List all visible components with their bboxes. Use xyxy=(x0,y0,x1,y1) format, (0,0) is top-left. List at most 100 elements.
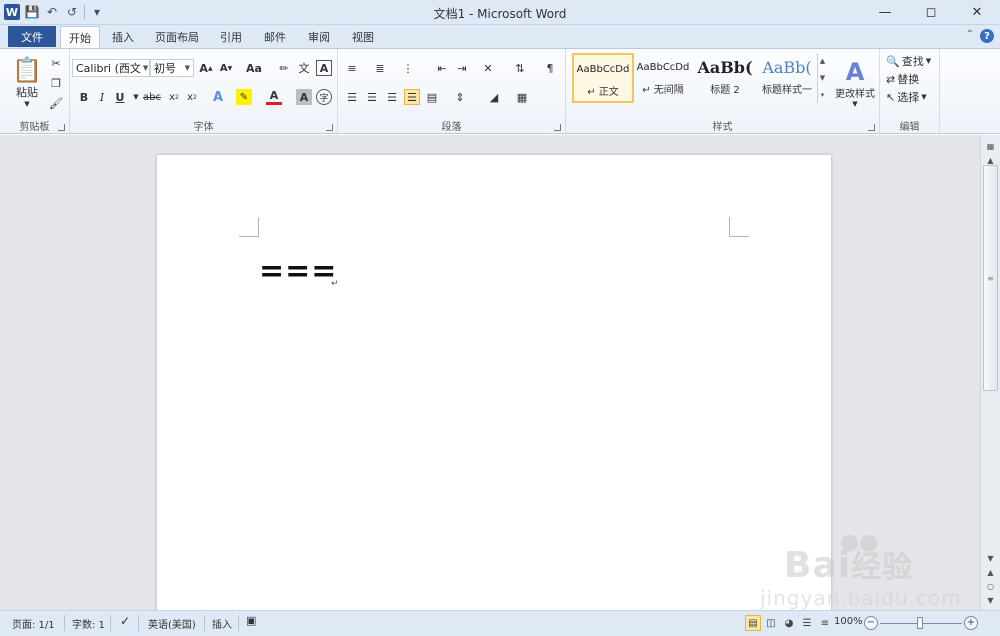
styles-gallery-scroll[interactable]: ▲ ▼ ▾ xyxy=(817,53,827,103)
grow-font-icon[interactable]: A ▲ xyxy=(198,60,214,76)
font-launcher-icon[interactable] xyxy=(326,124,333,131)
increase-indent-icon[interactable]: ⇥ xyxy=(454,60,470,76)
replace-icon: ⇄ xyxy=(886,72,896,86)
text-effects-icon[interactable]: A xyxy=(210,89,226,105)
draft-view-icon[interactable]: ≡ xyxy=(817,615,833,631)
style-no-spacing[interactable]: AaBbCcDd ↵ 无间隔 xyxy=(632,53,694,103)
ruler-toggle-icon[interactable]: ▦ xyxy=(983,139,998,153)
decrease-indent-icon[interactable]: ⇤ xyxy=(434,60,450,76)
vertical-scrollbar[interactable]: ▦ ▲ ≡ ▼ ▲ ○ ▼ xyxy=(980,135,1000,610)
numbering-icon[interactable]: ≣ xyxy=(372,60,388,76)
minimize-button[interactable]: — xyxy=(862,0,908,24)
tab-mailings[interactable]: 邮件 xyxy=(256,26,294,48)
align-center-icon[interactable]: ☰ xyxy=(364,89,380,105)
enclose-characters-icon[interactable]: 字 xyxy=(316,89,332,105)
status-page[interactable]: 页面: 1/1 xyxy=(12,616,55,631)
window-controls: — ◻ ✕ xyxy=(862,0,1000,24)
proofing-icon[interactable]: ✓ xyxy=(120,614,130,628)
styles-launcher-icon[interactable] xyxy=(868,124,875,131)
select-button[interactable]: ↖ 选择 ▼ xyxy=(886,89,927,105)
margin-corner-top-left xyxy=(239,217,259,237)
status-insert-mode[interactable]: 插入 xyxy=(212,616,232,631)
shading-icon[interactable]: ◢ xyxy=(486,89,502,105)
shrink-font-icon[interactable]: A ▼ xyxy=(218,60,234,76)
zoom-in-icon[interactable]: + xyxy=(964,616,978,630)
style-custom-1[interactable]: AaBb( 标题样式一 xyxy=(756,53,818,103)
copy-icon[interactable]: ❐ xyxy=(48,75,64,91)
print-layout-icon[interactable]: ▤ xyxy=(745,615,761,631)
style-heading-2[interactable]: AaBb( 标题 2 xyxy=(694,53,756,103)
paragraph-launcher-icon[interactable] xyxy=(554,124,561,131)
italic-icon[interactable]: I xyxy=(94,89,110,105)
zoom-slider-thumb[interactable] xyxy=(917,617,923,629)
clear-formatting-icon[interactable]: ✏ xyxy=(276,60,292,76)
subscript-icon[interactable]: x2 xyxy=(166,89,182,105)
scroll-thumb[interactable]: ≡ xyxy=(983,165,998,391)
status-word-count[interactable]: 字数: 1 xyxy=(72,616,105,631)
chinese-layout-icon[interactable]: ✕ xyxy=(480,60,496,76)
browse-object-icon[interactable]: ○ xyxy=(983,579,998,593)
style-normal[interactable]: AaBbCcDd ↵ 正文 xyxy=(572,53,634,103)
distributed-icon[interactable]: ▤ xyxy=(424,89,440,105)
tab-references[interactable]: 引用 xyxy=(212,26,250,48)
align-left-icon[interactable]: ☰ xyxy=(344,89,360,105)
macro-record-icon[interactable]: ▣ xyxy=(246,614,256,627)
maximize-button[interactable]: ◻ xyxy=(908,0,954,24)
borders-icon[interactable]: ▦ xyxy=(514,89,530,105)
justify-icon[interactable]: ☰ xyxy=(404,89,420,105)
show-formatting-icon[interactable]: ¶ xyxy=(542,60,558,76)
tab-home[interactable]: 开始 xyxy=(60,26,100,48)
find-button[interactable]: 🔍 查找 ▼ xyxy=(886,53,931,69)
chevron-down-icon[interactable]: ▼ xyxy=(820,74,825,82)
scroll-down-icon[interactable]: ▼ xyxy=(983,551,998,565)
full-screen-reading-icon[interactable]: ◫ xyxy=(763,615,779,631)
font-size-combo[interactable]: 初号 ▼ xyxy=(150,59,194,77)
paste-icon: 📋 xyxy=(12,56,42,84)
change-case-label: Aa xyxy=(246,61,262,75)
format-painter-icon[interactable]: 🖌 xyxy=(48,95,64,111)
cut-icon[interactable]: ✂ xyxy=(48,55,64,71)
document-text[interactable]: === xyxy=(259,257,337,287)
tab-insert[interactable]: 插入 xyxy=(104,26,142,48)
highlight-icon[interactable]: ✎ xyxy=(236,89,252,105)
strikethrough-icon[interactable]: abc xyxy=(142,89,162,105)
multilevel-list-icon[interactable]: ⋮ xyxy=(400,60,416,76)
underline-icon[interactable]: U xyxy=(112,89,128,105)
group-styles: AaBbCcDd ↵ 正文 AaBbCcDd ↵ 无间隔 AaBb( 标题 2 … xyxy=(566,49,880,135)
zoom-out-icon[interactable]: − xyxy=(864,616,878,630)
tab-view[interactable]: 视图 xyxy=(344,26,382,48)
bullets-icon[interactable]: ≡ xyxy=(344,60,360,76)
document-page[interactable]: === ↵ xyxy=(157,155,831,610)
more-icon[interactable]: ▾ xyxy=(821,91,825,99)
web-layout-icon[interactable]: ◕ xyxy=(781,615,797,631)
font-color-icon[interactable]: A xyxy=(266,89,282,105)
align-right-icon[interactable]: ☰ xyxy=(384,89,400,105)
help-icon[interactable]: ? xyxy=(980,29,994,43)
ribbon: 📋 粘贴 ▼ ✂ ❐ 🖌 剪贴板 Calibri (西文 ▼ 初号 ▼ A ▲ A… xyxy=(0,48,1000,135)
chevron-up-icon[interactable]: ▲ xyxy=(820,57,825,65)
font-name-combo[interactable]: Calibri (西文 ▼ xyxy=(72,59,150,77)
close-button[interactable]: ✕ xyxy=(954,0,1000,24)
zoom-level[interactable]: 100% xyxy=(834,616,863,627)
sort-icon[interactable]: ⇅ xyxy=(512,60,528,76)
outline-view-icon[interactable]: ☰ xyxy=(799,615,815,631)
style-preview: AaBbCcDd xyxy=(636,61,690,73)
replace-button[interactable]: ⇄ 替换 xyxy=(886,71,919,87)
phonetic-guide-icon[interactable]: 文 xyxy=(296,60,312,76)
tab-file[interactable]: 文件 xyxy=(8,26,56,47)
character-border-icon[interactable]: A xyxy=(316,60,332,76)
previous-page-icon[interactable]: ▲ xyxy=(983,565,998,579)
change-case-button[interactable]: Aa xyxy=(242,60,266,76)
clipboard-launcher-icon[interactable] xyxy=(58,124,65,131)
minimize-ribbon-icon[interactable]: ⌃ xyxy=(966,29,974,43)
next-page-icon[interactable]: ▼ xyxy=(983,593,998,607)
paste-button[interactable]: 📋 粘贴 ▼ xyxy=(10,53,44,111)
change-styles-button[interactable]: A 更改样式 ▼ xyxy=(832,53,878,113)
tab-page-layout[interactable]: 页面布局 xyxy=(148,26,206,48)
line-spacing-icon[interactable]: ⇕ xyxy=(452,89,468,105)
superscript-icon[interactable]: x2 xyxy=(184,89,200,105)
bold-icon[interactable]: B xyxy=(76,89,92,105)
status-language[interactable]: 英语(美国) xyxy=(148,616,196,631)
character-shading-icon[interactable]: A xyxy=(296,89,312,105)
tab-review[interactable]: 审阅 xyxy=(300,26,338,48)
